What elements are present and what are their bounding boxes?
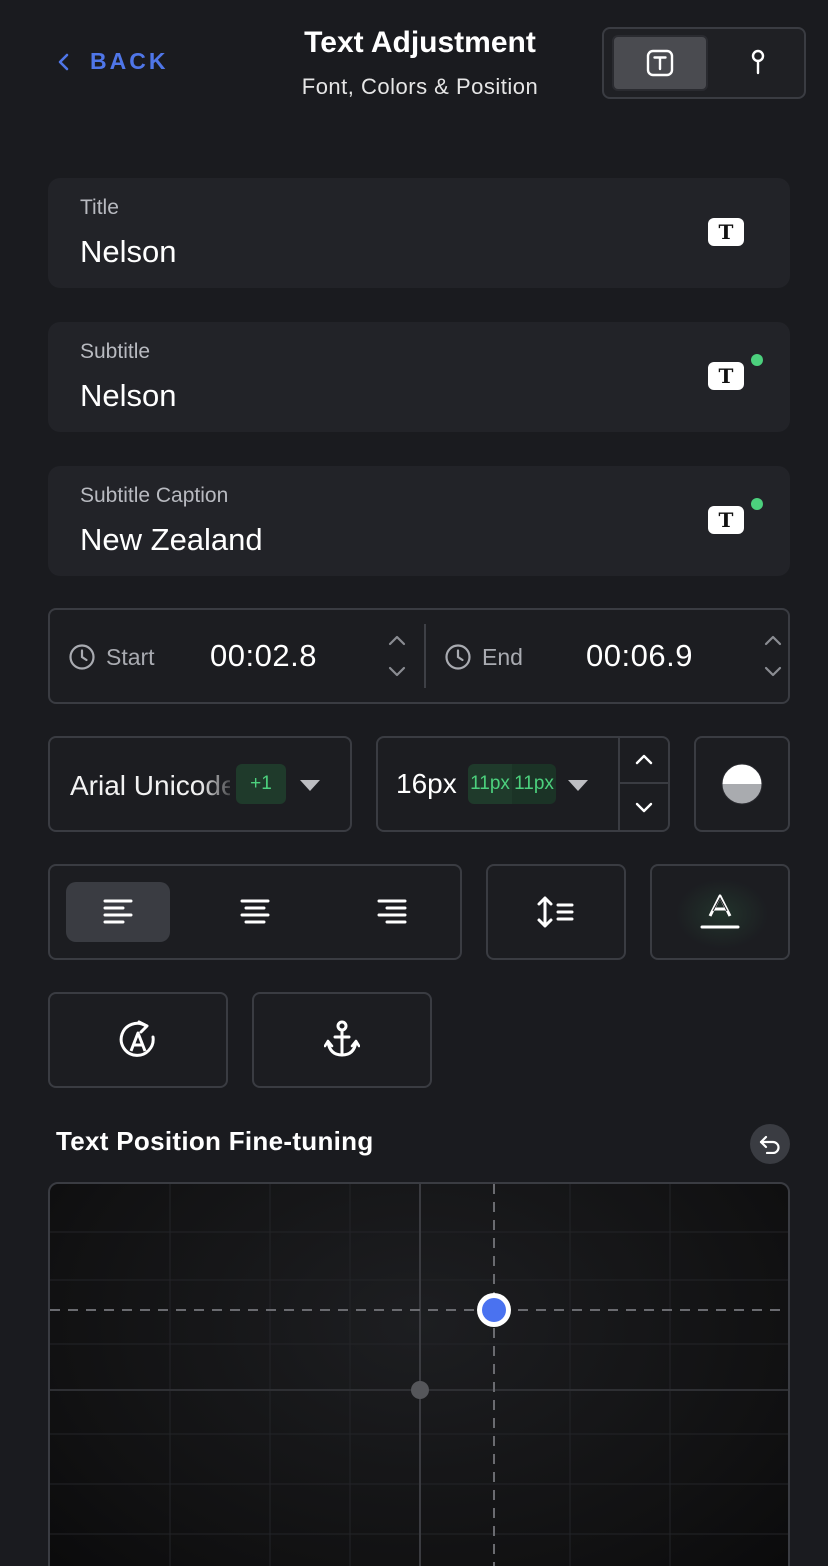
back-button[interactable]: BACK [56,48,168,75]
end-time-input[interactable]: 00:06.9 [586,638,693,674]
chevron-up-icon [635,754,653,765]
start-time-input[interactable]: 00:02.8 [210,638,317,674]
subtitle-caption-field-value[interactable]: New Zealand [80,522,263,558]
size-decrease-button[interactable] [620,784,668,830]
font-size-select[interactable]: 16px 11px 11px [376,736,670,832]
size-badge: 11px [512,764,556,804]
title-block: Text Adjustment Font, Colors & Position [260,26,580,100]
alignment-group [48,864,462,960]
chevron-left-icon [58,53,69,70]
back-label: BACK [90,48,169,74]
text-box-icon [646,49,674,77]
undo-icon [759,1135,780,1154]
text-fade [200,758,234,814]
align-center-icon [240,899,270,924]
header: BACK Text Adjustment Font, Colors & Posi… [0,0,828,130]
align-center-button[interactable] [203,882,307,942]
anchor-icon [324,1020,360,1057]
timing-row: Start 00:02.8 End 00:06.9 [48,608,790,704]
subtitle-caption-field-label: Subtitle Caption [80,484,229,507]
rotate-text-icon [119,1020,155,1057]
font-family-select[interactable]: Arial Unicode +1 [48,736,352,832]
title-field[interactable]: Title Nelson T [48,178,790,288]
end-time: End 00:06.9 [426,610,794,702]
size-increase-button[interactable] [620,738,668,784]
chevron-down-icon [635,802,653,813]
text-outline-icon [700,894,740,929]
modified-dot [751,498,763,510]
clock-icon [69,644,95,670]
rotation-button[interactable] [48,992,228,1088]
align-left-icon [103,899,133,924]
subtitle-caption-field[interactable]: Subtitle Caption New Zealand T [48,466,790,576]
text-style-button[interactable]: T [708,218,744,246]
subtitle-field-label: Subtitle [80,340,151,363]
start-time: Start 00:02.8 [50,610,418,702]
start-time-stepper[interactable] [386,630,408,682]
font-size-stepper [618,738,668,830]
size-badge: 11px [468,764,512,804]
subtitle-field-value[interactable]: Nelson [80,378,177,414]
page-title: Text Adjustment [304,26,536,59]
extra-fonts-badge: +1 [236,764,286,804]
position-grid [50,1184,788,1566]
anchor-button[interactable] [252,992,432,1088]
chevron-down-icon [300,780,320,791]
text-mode-button[interactable] [612,35,708,91]
align-right-button[interactable] [340,882,444,942]
align-right-icon [377,899,407,924]
text-color-button[interactable] [694,736,790,832]
subtitle-field[interactable]: Subtitle Nelson T [48,322,790,432]
section-title: Text Position Fine-tuning [56,1126,374,1156]
modified-dot [751,354,763,366]
color-swatch-icon [721,763,763,805]
line-height-button[interactable] [486,864,626,960]
title-field-label: Title [80,196,119,219]
clock-icon [445,644,471,670]
center-point [411,1381,429,1399]
font-size-value: 16px [396,768,457,799]
text-style-button[interactable]: T [708,362,744,390]
text-outline-button[interactable] [650,864,790,960]
chevron-down-icon [568,780,588,791]
pin-mode-button[interactable] [712,29,804,97]
text-style-button[interactable]: T [708,506,744,534]
start-label: Start [106,644,155,670]
position-pad[interactable] [48,1182,790,1566]
reset-position-button[interactable] [750,1124,790,1164]
line-height-icon [537,896,574,928]
align-left-button[interactable] [66,882,170,942]
end-time-stepper[interactable] [762,630,784,682]
pin-icon [751,49,765,75]
end-label: End [482,644,523,670]
title-field-value[interactable]: Nelson [80,234,177,270]
page-subtitle: Font, Colors & Position [301,74,539,99]
mode-toggle [602,27,806,99]
